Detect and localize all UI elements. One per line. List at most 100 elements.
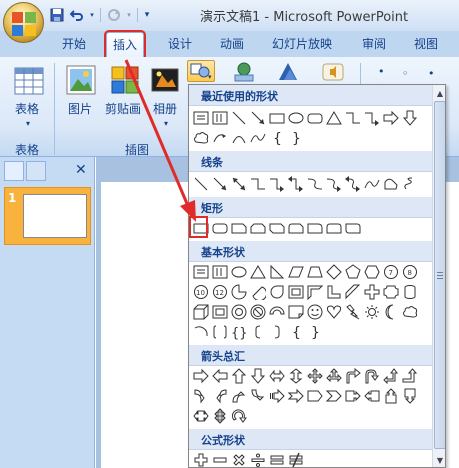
smiley-face-shape-icon[interactable] (306, 303, 324, 321)
right-triangle-shape-icon[interactable] (268, 263, 286, 281)
up-arrow-shape-icon[interactable] (230, 367, 248, 385)
elbow-connector-shape-icon[interactable] (344, 109, 362, 127)
sound-icon[interactable] (320, 61, 346, 83)
moon-shape-icon[interactable] (382, 303, 400, 321)
redo-icon[interactable] (105, 6, 123, 24)
chart-icon[interactable] (276, 61, 300, 83)
slide-thumbnail[interactable]: 1 (4, 187, 91, 245)
arrow-line-shape-icon[interactable] (249, 109, 267, 127)
cross-shape-icon[interactable] (363, 283, 381, 301)
vertical-textbox-shape-icon[interactable] (211, 263, 229, 281)
dodecagon-shape-icon[interactable]: 12 (211, 283, 229, 301)
double-brace-shape-icon[interactable]: {} (230, 323, 248, 341)
close-icon[interactable]: ✕ (75, 162, 87, 178)
diagonal-stripe-shape-icon[interactable] (344, 283, 362, 301)
arc-shape-icon[interactable] (230, 129, 248, 147)
textbox-shape-icon[interactable] (192, 263, 210, 281)
circular-arrow-shape-icon[interactable] (230, 407, 248, 425)
no-symbol-shape-icon[interactable] (249, 303, 267, 321)
scribble-shape-icon[interactable] (401, 175, 419, 193)
up-down-arrow-shape-icon[interactable] (287, 367, 305, 385)
scroll-down-icon[interactable]: ▼ (434, 453, 445, 467)
pie-shape-icon[interactable] (230, 283, 248, 301)
left-bracket-shape-icon[interactable] (249, 323, 267, 341)
curved-arrow-shape-icon[interactable] (211, 129, 229, 147)
bent-arrow-shape-icon[interactable] (344, 367, 362, 385)
rounded-rectangle-shape-icon[interactable] (306, 109, 324, 127)
elbow-double-arrow-shape-icon[interactable] (287, 175, 305, 193)
plaque-shape-icon[interactable] (382, 283, 400, 301)
symbol-icon[interactable]: ◦ (402, 67, 409, 80)
right-arrow-callout-shape-icon[interactable] (344, 387, 362, 405)
oval-shape-icon[interactable] (287, 109, 305, 127)
can-shape-icon[interactable] (401, 283, 419, 301)
symbol-icon[interactable]: • (378, 65, 385, 78)
up-arrow-callout-shape-icon[interactable] (382, 387, 400, 405)
right-arrow-shape-icon[interactable] (192, 367, 210, 385)
lightning-bolt-shape-icon[interactable] (344, 303, 362, 321)
cloud-shape-icon[interactable] (401, 303, 419, 321)
trapezoid-shape-icon[interactable] (306, 263, 324, 281)
line-shape-icon[interactable] (230, 109, 248, 127)
round-same-side-rectangle-shape-icon[interactable] (325, 219, 343, 237)
smartart-icon[interactable] (232, 61, 256, 83)
right-brace-shape-icon[interactable]: } (306, 323, 324, 341)
undo-icon[interactable] (68, 6, 86, 24)
chord-shape-icon[interactable] (249, 283, 267, 301)
heart-shape-icon[interactable] (325, 303, 343, 321)
parallelogram-shape-icon[interactable] (287, 263, 305, 281)
customize-qat-icon[interactable]: ▾ (142, 6, 152, 24)
elbow-arrow-shape-icon[interactable] (363, 109, 381, 127)
tab-view[interactable]: 视图 (414, 35, 438, 52)
not-equal-shape-icon[interactable] (287, 451, 305, 467)
frame-shape-icon[interactable] (287, 283, 305, 301)
snip-round-rectangle-shape-icon[interactable] (287, 219, 305, 237)
divide-shape-icon[interactable] (249, 451, 267, 467)
pentagon-shape-icon[interactable] (344, 263, 362, 281)
quad-arrow-callout-shape-icon[interactable] (211, 407, 229, 425)
round-diagonal-rectangle-shape-icon[interactable] (344, 219, 362, 237)
arrow-line-shape-icon[interactable] (211, 175, 229, 193)
teardrop-shape-icon[interactable] (268, 283, 286, 301)
tab-home[interactable]: 开始 (62, 35, 86, 52)
office-button[interactable] (3, 2, 44, 43)
left-brace-shape-icon[interactable]: { (268, 129, 286, 147)
octagon-shape-icon[interactable]: 8 (401, 263, 419, 281)
bent-up-arrow-shape-icon[interactable] (401, 367, 419, 385)
curved-arrow-connector-shape-icon[interactable] (325, 175, 343, 193)
minus-shape-icon[interactable] (211, 451, 229, 467)
quad-arrow-shape-icon[interactable] (306, 367, 324, 385)
down-arrow-shape-icon[interactable] (249, 367, 267, 385)
tab-review[interactable]: 审阅 (362, 35, 386, 52)
vertical-textbox-shape-icon[interactable] (211, 109, 229, 127)
save-icon[interactable] (48, 6, 66, 24)
left-up-arrow-shape-icon[interactable] (382, 367, 400, 385)
textbox-shape-icon[interactable] (192, 109, 210, 127)
round-single-corner-rectangle-shape-icon[interactable] (306, 219, 324, 237)
left-brace-shape-icon[interactable]: { (287, 323, 305, 341)
snip-single-corner-rectangle-shape-icon[interactable] (230, 219, 248, 237)
plus-shape-icon[interactable] (192, 451, 210, 467)
shapes-button[interactable]: ▾ (187, 60, 215, 82)
curve-shape-icon[interactable] (363, 175, 381, 193)
redo-dropdown-icon[interactable]: ▾ (125, 6, 133, 24)
tab-insert[interactable]: 插入 (103, 30, 147, 59)
tab-design[interactable]: 设计 (168, 35, 192, 52)
l-shape-icon[interactable] (325, 283, 343, 301)
elbow-arrow-shape-icon[interactable] (268, 175, 286, 193)
scrollbar-thumb[interactable] (434, 101, 445, 449)
curved-double-arrow-connector-shape-icon[interactable] (344, 175, 362, 193)
curved-up-arrow-shape-icon[interactable] (230, 387, 248, 405)
notched-right-arrow-shape-icon[interactable] (287, 387, 305, 405)
curve-shape-icon[interactable] (249, 129, 267, 147)
slides-tab[interactable] (4, 161, 24, 181)
double-bracket-shape-icon[interactable] (211, 323, 229, 341)
curved-connector-shape-icon[interactable] (306, 175, 324, 193)
double-arrow-line-shape-icon[interactable] (230, 175, 248, 193)
tab-slideshow[interactable]: 幻灯片放映 (272, 35, 332, 52)
heptagon-shape-icon[interactable]: 7 (382, 263, 400, 281)
folded-corner-shape-icon[interactable] (287, 303, 305, 321)
chevron-shape-icon[interactable] (325, 387, 343, 405)
donut-shape-icon[interactable] (230, 303, 248, 321)
snip-diagonal-rectangle-shape-icon[interactable] (268, 219, 286, 237)
